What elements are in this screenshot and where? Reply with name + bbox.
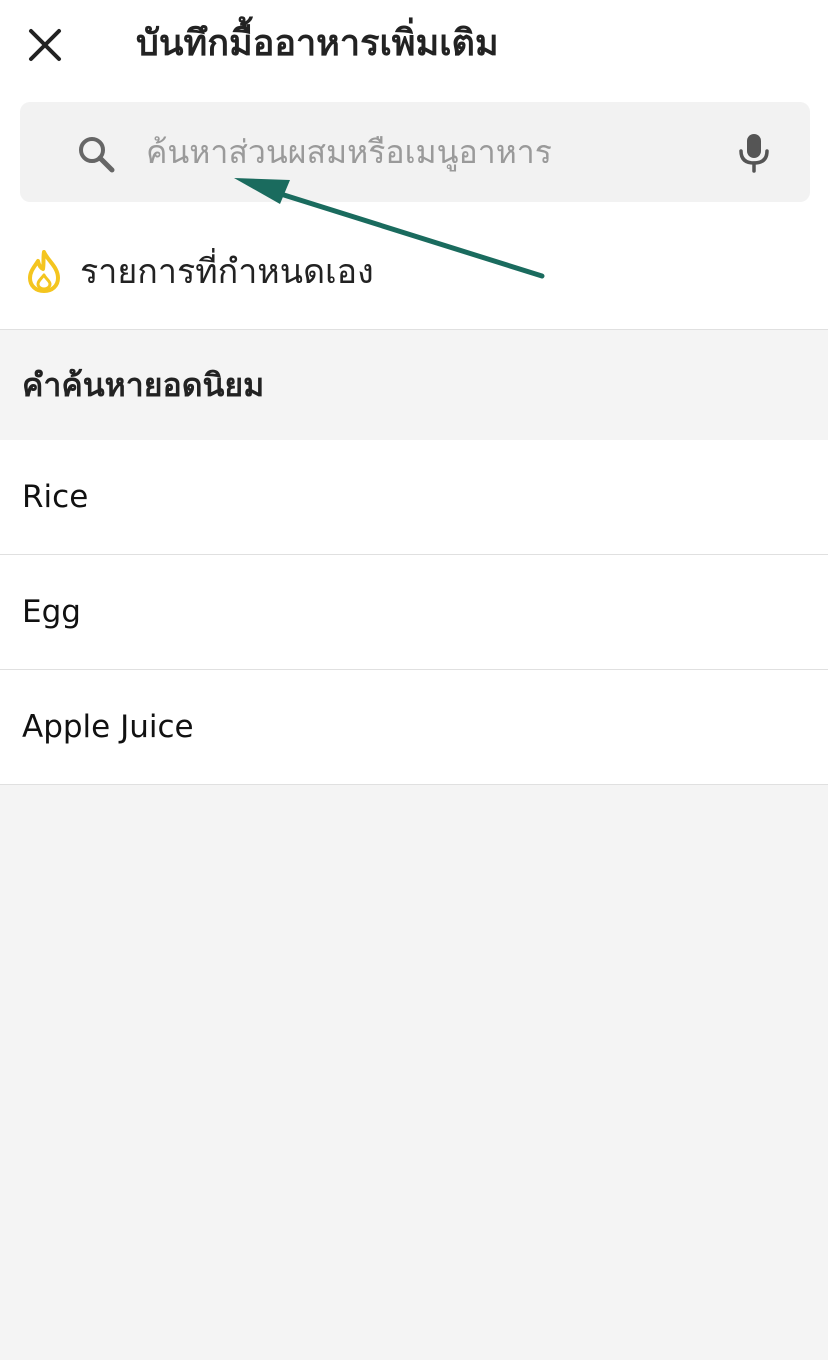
microphone-icon[interactable] bbox=[732, 130, 776, 174]
custom-entry-row[interactable]: รายการที่กำหนดเอง bbox=[0, 236, 828, 306]
popular-searches-header: คำค้นหายอดนิยม bbox=[0, 330, 828, 440]
log-meal-screen: บันทึกมื้ออาหารเพิ่มเติม รายการที่กำหนดเ… bbox=[0, 0, 828, 1360]
list-item-rice[interactable]: Rice bbox=[0, 440, 828, 555]
flame-icon bbox=[28, 250, 60, 293]
popular-searches-list: Rice Egg Apple Juice bbox=[0, 440, 828, 785]
close-icon[interactable] bbox=[25, 25, 65, 65]
search-input[interactable] bbox=[146, 122, 706, 182]
list-item-egg[interactable]: Egg bbox=[0, 555, 828, 670]
close-button[interactable] bbox=[22, 22, 68, 68]
section-title: คำค้นหายอดนิยม bbox=[22, 365, 265, 404]
custom-entry-label: รายการที่กำหนดเอง bbox=[80, 252, 374, 292]
search-bar[interactable] bbox=[20, 102, 810, 202]
list-item-apple-juice[interactable]: Apple Juice bbox=[0, 670, 828, 785]
search-icon bbox=[79, 137, 115, 173]
top-panel: บันทึกมื้ออาหารเพิ่มเติม รายการที่กำหนดเ… bbox=[0, 0, 828, 330]
list-item-label: Apple Juice bbox=[22, 709, 194, 745]
list-item-label: Rice bbox=[22, 479, 89, 515]
page-title: บันทึกมื้ออาหารเพิ่มเติม bbox=[136, 23, 499, 64]
list-item-label: Egg bbox=[22, 594, 81, 630]
